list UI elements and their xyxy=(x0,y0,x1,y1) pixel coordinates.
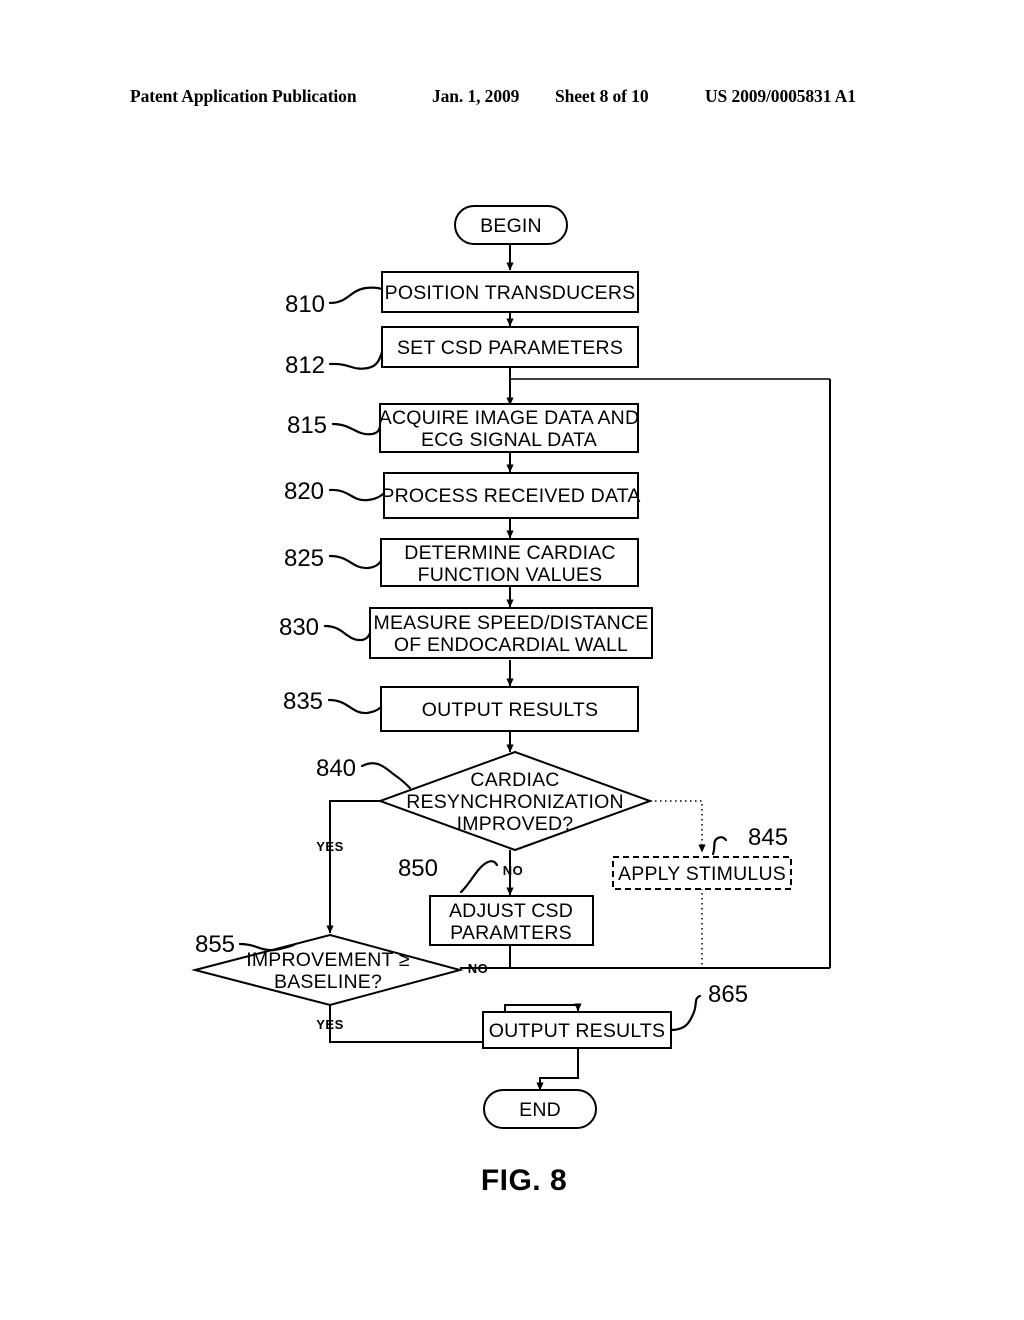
diamond-840-label-line1: CARDIAC xyxy=(470,769,559,791)
patent-page: Patent Application Publication Jan. 1, 2… xyxy=(0,0,1024,1320)
node-845-apply-stimulus[interactable]: APPLY STIMULUS xyxy=(612,856,792,890)
node-840-cardiac-resync-improved[interactable]: CARDIAC RESYNCHRONIZATION IMPROVED? xyxy=(377,750,653,852)
node-825-determine-cardiac-function[interactable]: DETERMINE CARDIAC FUNCTION VALUES xyxy=(380,538,639,587)
box-810-label: POSITION TRANSDUCERS xyxy=(385,282,636,304)
edge-840-to-845-dotted xyxy=(650,800,706,853)
ref-815: 815 xyxy=(287,412,327,439)
node-850-adjust-csd-paramters[interactable]: ADJUST CSD PARAMTERS xyxy=(429,895,594,946)
node-820-process-received-data[interactable]: PROCESS RECEIVED DATA xyxy=(381,472,640,519)
ref-812: 812 xyxy=(285,352,325,379)
box-830-label-line2: OF ENDOCARDIAL WALL xyxy=(394,634,628,656)
ref-855: 855 xyxy=(195,931,235,958)
diamond-840-label-line2: RESYNCHRONIZATION xyxy=(406,791,624,813)
leader-850 xyxy=(459,860,499,894)
node-end[interactable]: END xyxy=(483,1089,597,1129)
node-begin[interactable]: BEGIN xyxy=(454,205,568,245)
node-830-measure-speed-distance[interactable]: MEASURE SPEED/DISTANCE OF ENDOCARDIAL WA… xyxy=(369,607,653,659)
box-825-label-line1: DETERMINE CARDIAC xyxy=(404,542,615,564)
diamond-840-label-line3: IMPROVED? xyxy=(457,813,574,835)
figure-caption: FIG. 8 xyxy=(481,1164,567,1197)
node-810-position-transducers[interactable]: POSITION TRANSDUCERS xyxy=(381,271,639,313)
box-820-label: PROCESS RECEIVED DATA xyxy=(381,485,640,507)
end-label: END xyxy=(519,1099,561,1121)
box-812-label: SET CSD PARAMETERS xyxy=(397,337,623,359)
ref-845: 845 xyxy=(748,824,788,851)
ref-865: 865 xyxy=(708,981,748,1008)
label-855-no: NO xyxy=(468,961,489,976)
ref-830: 830 xyxy=(279,614,319,641)
box-835-label: OUTPUT RESULTS xyxy=(422,699,599,721)
ref-825: 825 xyxy=(284,545,324,572)
box-845-label: APPLY STIMULUS xyxy=(618,863,786,885)
leader-840 xyxy=(360,762,412,790)
node-812-set-csd-parameters[interactable]: SET CSD PARAMETERS xyxy=(381,326,639,368)
node-835-output-results[interactable]: OUTPUT RESULTS xyxy=(380,686,639,732)
begin-label: BEGIN xyxy=(480,215,542,237)
label-855-yes: YES xyxy=(316,1017,344,1032)
ref-820: 820 xyxy=(284,478,324,505)
leader-812 xyxy=(328,350,384,370)
leader-825 xyxy=(328,554,383,570)
ref-850: 850 xyxy=(398,855,438,882)
box-815-label-line1: ACQUIRE IMAGE DATA AND xyxy=(379,407,639,429)
label-840-no: NO xyxy=(503,863,524,878)
leader-865 xyxy=(669,994,702,1032)
diamond-855-label-line1: IMPROVEMENT ≥ xyxy=(246,949,410,971)
leader-820 xyxy=(328,488,386,502)
leader-810 xyxy=(328,286,384,305)
leader-815 xyxy=(331,422,382,436)
box-825-label-line2: FUNCTION VALUES xyxy=(418,564,603,586)
diamond-855-label-line2: BASELINE? xyxy=(274,971,382,993)
box-850-label-line2: PARAMTERS xyxy=(450,922,572,944)
label-840-yes: YES xyxy=(316,839,344,854)
box-850-label-line1: ADJUST CSD xyxy=(449,900,573,922)
ref-835: 835 xyxy=(283,688,323,715)
node-865-output-results[interactable]: OUTPUT RESULTS xyxy=(482,1011,672,1049)
flowchart-figure-8: BEGIN POSITION TRANSDUCERS 810 SET CSD P… xyxy=(191,205,831,1197)
box-830-label-line1: MEASURE SPEED/DISTANCE xyxy=(374,612,649,634)
box-815-label-line2: ECG SIGNAL DATA xyxy=(421,429,597,451)
box-865-label: OUTPUT RESULTS xyxy=(489,1020,666,1042)
leader-830 xyxy=(323,624,372,642)
edge-840-yes-to-855 xyxy=(326,800,380,934)
leader-845 xyxy=(711,836,728,856)
ref-810: 810 xyxy=(285,291,325,318)
ref-840: 840 xyxy=(316,755,356,782)
edge-865-to-end xyxy=(536,1048,579,1091)
node-815-acquire-image-ecg[interactable]: ACQUIRE IMAGE DATA AND ECG SIGNAL DATA xyxy=(379,403,639,453)
leader-835 xyxy=(327,698,383,715)
